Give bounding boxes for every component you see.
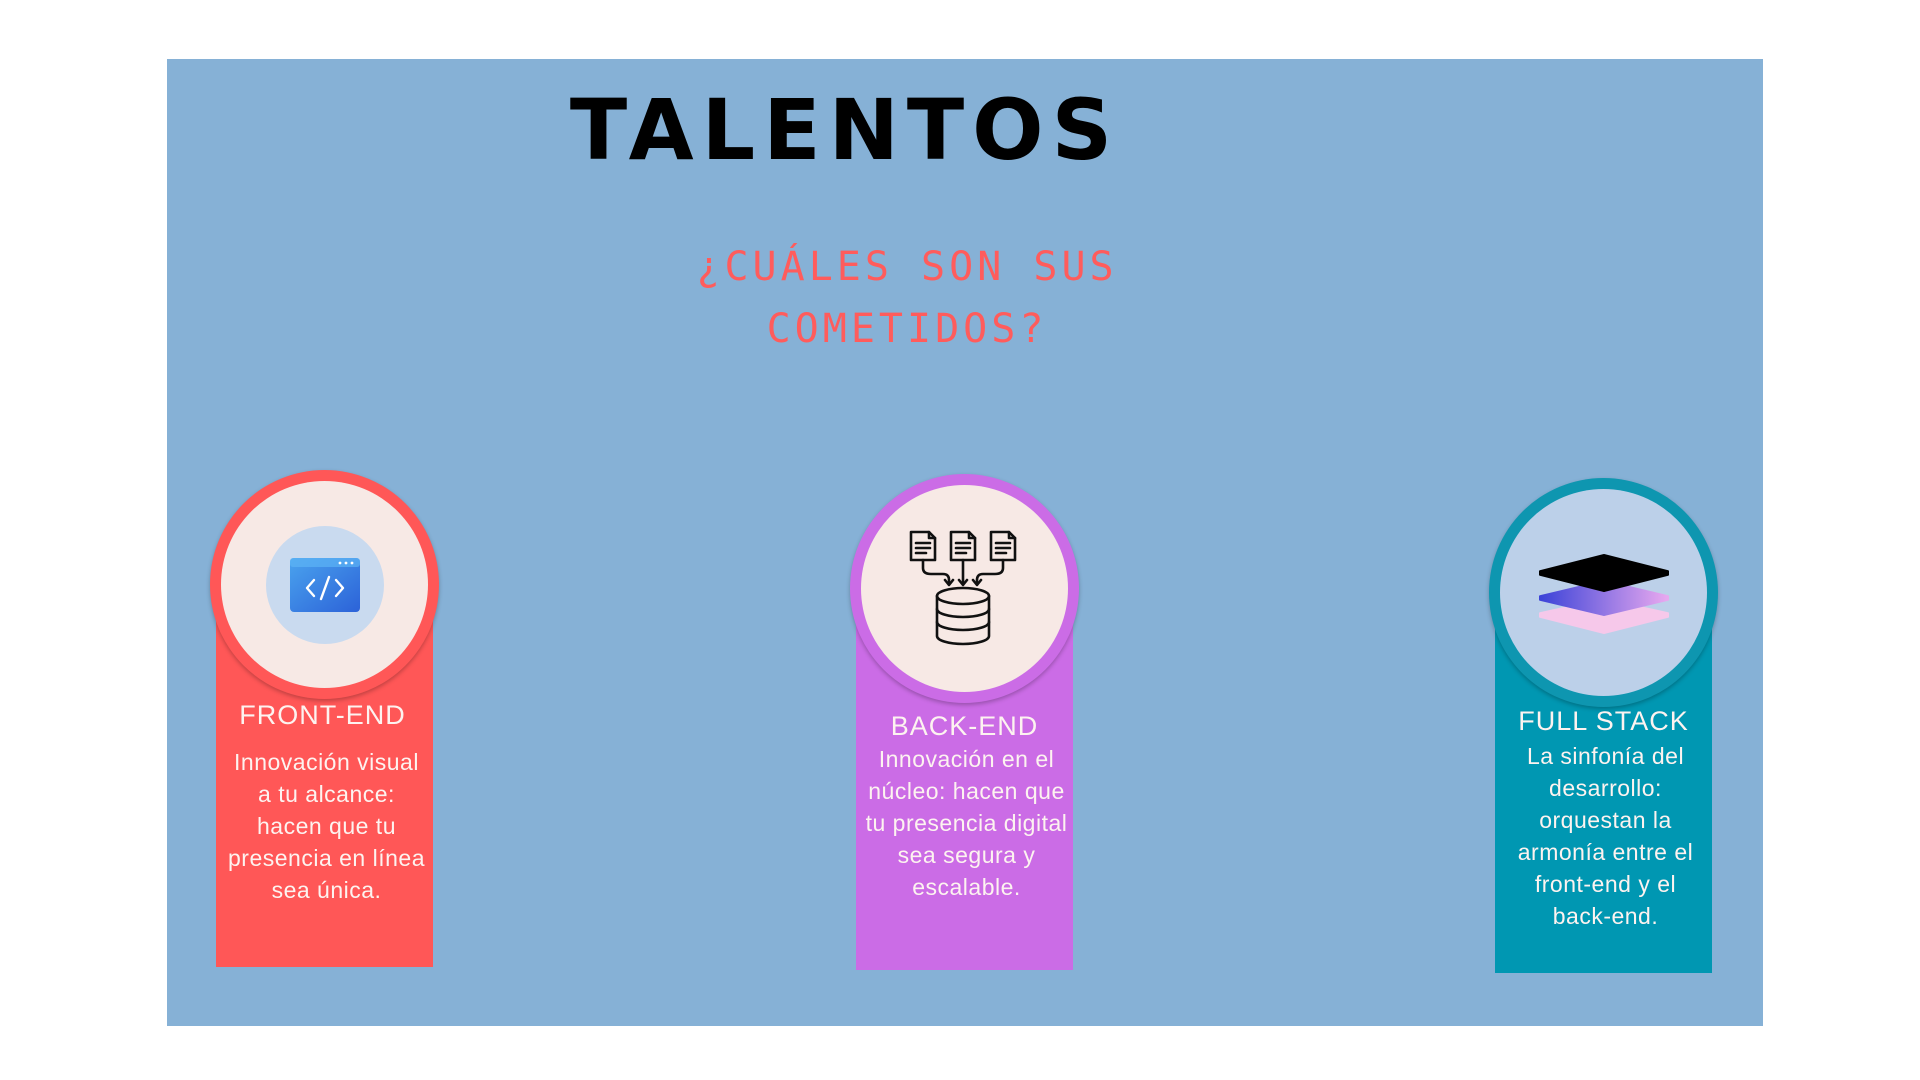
card-full-stack-ring (1489, 478, 1718, 707)
page-title: TALENTOS (569, 81, 1121, 179)
stack-layers-icon (1538, 553, 1669, 634)
card-front-end-ring (210, 470, 439, 699)
slide: TALENTOS ¿Cuáles son sus cometidos? (167, 59, 1763, 1026)
card-full-stack-heading: FULL STACK (1518, 706, 1689, 736)
card-back-end-disc (861, 485, 1068, 692)
card-back-end-ring (850, 474, 1079, 703)
card-front-end-description: Innovación visual a tu alcance: hacen qu… (228, 749, 425, 903)
page-subtitle: ¿Cuáles son sus cometidos? (696, 244, 1118, 352)
code-window-icon (265, 525, 384, 644)
card-back-end-description: Innovación en el núcleo: hacen que tu pr… (865, 746, 1068, 900)
card-full-stack-disc (1500, 489, 1707, 696)
card-full-stack-description: La sinfonía del desarrollo: orquestan la… (1517, 743, 1694, 929)
card-front-end-disc (221, 481, 428, 688)
database-documents-icon (909, 530, 1016, 645)
card-back-end-heading: BACK-END (890, 711, 1039, 741)
card-front-end-heading: FRONT-END (239, 700, 406, 730)
